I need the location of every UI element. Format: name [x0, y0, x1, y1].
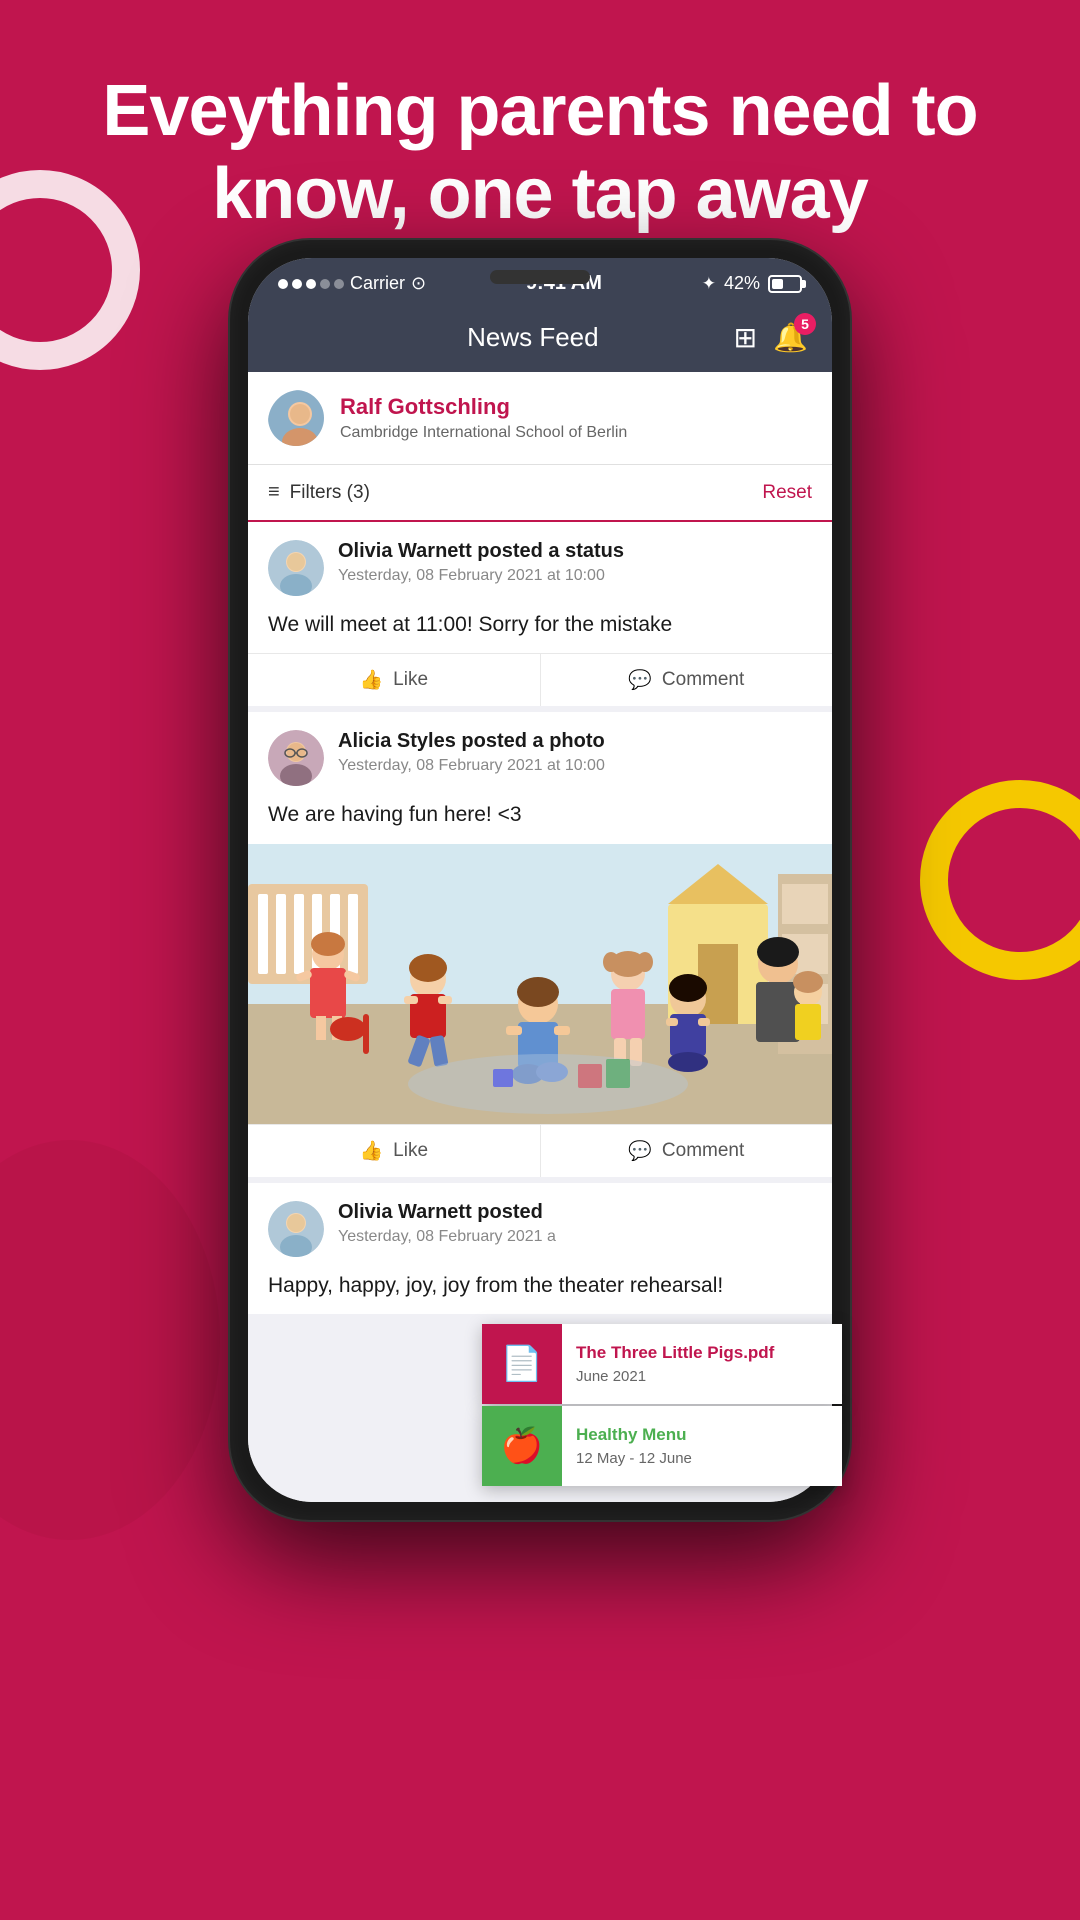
qr-icon[interactable]: ⊞: [734, 321, 757, 354]
signal-dot-3: [306, 279, 316, 289]
notification-badge: 5: [794, 313, 816, 335]
bluetooth-icon: ✦: [702, 274, 716, 294]
pdf-notification-card[interactable]: 📄 The Three Little Pigs.pdf June 2021: [482, 1324, 842, 1404]
hero-section: Eveything parents need to know, one tap …: [0, 40, 1080, 236]
phone-mockup: Carrier ⊙ 9:41 AM ✦ 42% News Feed ⊞: [230, 240, 850, 1520]
feed-post-3: Olivia Warnett posted Yesterday, 08 Febr…: [248, 1183, 832, 1314]
hero-title: Eveything parents need to know, one tap …: [60, 70, 1020, 236]
profile-info: Ralf Gottschling Cambridge International…: [340, 394, 812, 442]
profile-avatar: [268, 390, 324, 446]
battery-icon: [768, 275, 802, 293]
pdf-subtitle: June 2021: [576, 1368, 828, 1385]
clock: 9:41 AM: [526, 272, 602, 295]
signal-dot-2: [292, 279, 302, 289]
signal-dots: [278, 279, 344, 289]
comment-icon-2: 💬: [628, 1139, 652, 1163]
decorative-circle-right: [920, 780, 1080, 980]
bell-wrapper[interactable]: 🔔 5: [773, 321, 808, 354]
feed-post-1: Olivia Warnett posted a status Yesterday…: [248, 522, 832, 706]
post-3-avatar-img: [268, 1201, 324, 1257]
post-2-header: Alicia Styles posted a photo Yesterday, …: [248, 712, 832, 796]
menu-notification-card[interactable]: 🍎 Healthy Menu 12 May - 12 June: [482, 1406, 842, 1486]
filter-icon: ≡: [268, 481, 280, 504]
menu-title: Healthy Menu: [576, 1425, 828, 1445]
post-2-actions: 👍 Like 💬 Comment: [248, 1124, 832, 1177]
post-2-image: [248, 844, 832, 1124]
post-2-avatar: [268, 730, 324, 786]
menu-icon-box: 🍎: [482, 1406, 562, 1486]
status-bar: Carrier ⊙ 9:41 AM ✦ 42%: [248, 258, 832, 305]
decorative-curve: [0, 1140, 220, 1540]
menu-notification-content: Healthy Menu 12 May - 12 June: [562, 1406, 842, 1486]
feed-post-2: Alicia Styles posted a photo Yesterday, …: [248, 712, 832, 1176]
post-3-text: Happy, happy, joy, joy from the theater …: [248, 1267, 832, 1314]
wifi-icon: ⊙: [411, 273, 426, 294]
post-2-text: We are having fun here! <3: [248, 796, 832, 843]
post-1-info: Olivia Warnett posted a status Yesterday…: [338, 540, 812, 585]
header-icons: ⊞ 🔔 5: [734, 321, 808, 354]
like-label-1: Like: [393, 669, 428, 691]
filters-bar: ≡ Filters (3) Reset: [248, 465, 832, 522]
post-3-info: Olivia Warnett posted Yesterday, 08 Febr…: [338, 1201, 812, 1246]
post-2-like-button[interactable]: 👍 Like: [248, 1125, 541, 1177]
phone-outer-shell: Carrier ⊙ 9:41 AM ✦ 42% News Feed ⊞: [230, 240, 850, 1520]
kids-scene-svg: [248, 844, 832, 1124]
post-2-info: Alicia Styles posted a photo Yesterday, …: [338, 730, 812, 775]
signal-dot-1: [278, 279, 288, 289]
post-1-time: Yesterday, 08 February 2021 at 10:00: [338, 567, 812, 585]
filters-left[interactable]: ≡ Filters (3): [268, 481, 370, 504]
menu-icon: 🍎: [501, 1426, 543, 1466]
like-label-2: Like: [393, 1140, 428, 1162]
post-3-time: Yesterday, 08 February 2021 a: [338, 1228, 812, 1246]
bottom-notification-cards: 📄 The Three Little Pigs.pdf June 2021 🍎: [482, 1324, 842, 1488]
post-2-comment-button[interactable]: 💬 Comment: [541, 1125, 833, 1177]
post-1-author: Olivia Warnett posted a status: [338, 540, 624, 562]
status-right: ✦ 42%: [702, 273, 802, 294]
post-1-avatar: [268, 540, 324, 596]
post-1-like-button[interactable]: 👍 Like: [248, 654, 541, 706]
header-title: News Feed: [332, 322, 734, 353]
profile-school: Cambridge International School of Berlin: [340, 424, 812, 442]
battery-fill: [772, 279, 783, 289]
reset-button[interactable]: Reset: [762, 482, 812, 504]
comment-icon-1: 💬: [628, 668, 652, 692]
filters-label: Filters (3): [290, 482, 370, 504]
post-3-header: Olivia Warnett posted Yesterday, 08 Febr…: [248, 1183, 832, 1267]
like-icon-1: 👍: [359, 668, 383, 692]
post-3-avatar: [268, 1201, 324, 1257]
profile-avatar-img: [268, 390, 324, 446]
carrier-label: Carrier: [350, 273, 405, 294]
post-3-author: Olivia Warnett posted: [338, 1201, 543, 1223]
phone-screen: Carrier ⊙ 9:41 AM ✦ 42% News Feed ⊞: [248, 258, 832, 1502]
pdf-icon: 📄: [501, 1344, 543, 1384]
profile-name: Ralf Gottschling: [340, 394, 812, 420]
post-1-text: We will meet at 11:00! Sorry for the mis…: [248, 606, 832, 653]
signal-dot-4: [320, 279, 330, 289]
pdf-notification-content: The Three Little Pigs.pdf June 2021: [562, 1324, 842, 1404]
profile-card[interactable]: Ralf Gottschling Cambridge International…: [248, 372, 832, 465]
post-1-comment-button[interactable]: 💬 Comment: [541, 654, 833, 706]
pdf-title: The Three Little Pigs.pdf: [576, 1343, 828, 1363]
app-header: News Feed ⊞ 🔔 5: [248, 305, 832, 372]
post-1-header: Olivia Warnett posted a status Yesterday…: [248, 522, 832, 606]
post-1-avatar-img: [268, 540, 324, 596]
post-2-author: Alicia Styles posted a photo: [338, 730, 605, 752]
status-left: Carrier ⊙: [278, 273, 426, 294]
menu-subtitle: 12 May - 12 June: [576, 1450, 828, 1467]
post-2-time: Yesterday, 08 February 2021 at 10:00: [338, 757, 812, 775]
post-1-actions: 👍 Like 💬 Comment: [248, 653, 832, 706]
like-icon-2: 👍: [359, 1139, 383, 1163]
battery-percent: 42%: [724, 273, 760, 294]
signal-dot-5: [334, 279, 344, 289]
pdf-icon-box: 📄: [482, 1324, 562, 1404]
comment-label-1: Comment: [662, 669, 744, 691]
post-2-avatar-img: [268, 730, 324, 786]
comment-label-2: Comment: [662, 1140, 744, 1162]
